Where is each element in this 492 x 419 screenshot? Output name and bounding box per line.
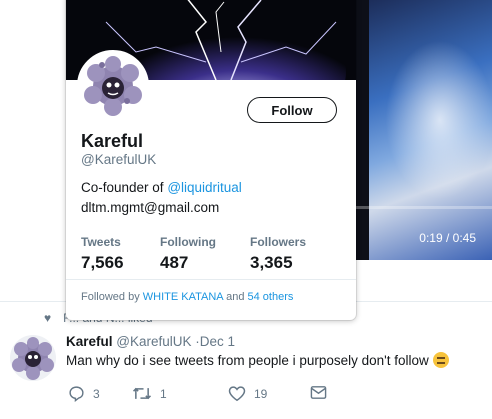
profile-bio-text: Co-founder of [81, 180, 168, 195]
tweet-avatar[interactable] [10, 335, 56, 381]
tweet-date[interactable]: Dec 1 [200, 334, 235, 349]
video-progress-bar[interactable] [355, 206, 492, 209]
tweet-author-handle[interactable]: @KarefulUK [116, 334, 191, 349]
tweet-header: Kareful @KarefulUK ·Dec 1 [66, 334, 235, 349]
stat-tweets[interactable]: Tweets 7,566 [81, 235, 124, 273]
stat-tweets-label: Tweets [81, 235, 121, 249]
profile-avatar[interactable] [77, 50, 149, 122]
bio-mention-link[interactable]: @liquidritual [167, 180, 242, 195]
stat-followers-value: 3,365 [250, 253, 293, 272]
like-count: 19 [254, 386, 268, 401]
followed-by: Followed by WHITE KATANA and 54 others [81, 291, 293, 303]
video-cloud [385, 40, 492, 200]
followed-by-prefix: Followed by [81, 291, 143, 303]
thinking-face-emoji [432, 352, 449, 368]
tweet-actions: 3 1 19 [68, 385, 368, 405]
followed-by-user-link[interactable]: WHITE KATANA [143, 291, 223, 303]
reply-icon [69, 386, 84, 402]
retweet-count: 1 [160, 386, 167, 401]
stat-tweets-value: 7,566 [81, 253, 124, 272]
profile-handle[interactable]: @KarefulUK [81, 152, 156, 167]
stat-followers-label: Followers [250, 235, 307, 249]
video-frame-edge [355, 0, 369, 260]
card-divider [66, 279, 356, 280]
stat-following-label: Following [160, 235, 216, 249]
followed-by-others-link[interactable]: 54 others [248, 291, 294, 303]
video-player[interactable]: 0:19 / 0:45 [355, 0, 492, 260]
heart-icon: ♥ [44, 311, 52, 325]
follow-button[interactable]: Follow [247, 97, 337, 123]
stat-following[interactable]: Following 487 [160, 235, 216, 273]
profile-email: dltm.mgmt@gmail.com [81, 200, 220, 215]
tweet-text: Man why do i see tweets from people i pu… [66, 352, 449, 368]
stat-following-value: 487 [160, 253, 189, 272]
stat-followers[interactable]: Followers 3,365 [250, 235, 306, 273]
tweet-author-name[interactable]: Kareful [66, 334, 113, 349]
tweet-text-body: Man why do i see tweets from people i pu… [66, 353, 429, 368]
profile-bio: Co-founder of @liquidritual [81, 180, 242, 195]
profile-name[interactable]: Kareful [81, 131, 143, 152]
reply-count: 3 [93, 386, 100, 401]
like-button[interactable]: 19 [228, 385, 267, 402]
video-time: 0:19 / 0:45 [419, 231, 476, 245]
heart-outline-icon [228, 386, 246, 402]
envelope-icon [310, 386, 327, 399]
direct-message-button[interactable] [310, 385, 327, 400]
followed-by-and: and [223, 291, 248, 303]
reply-button[interactable]: 3 [68, 385, 100, 402]
retweet-button[interactable]: 1 [132, 385, 167, 402]
profile-hover-card: Follow Kareful @KarefulUK Co-founder of … [66, 0, 356, 320]
retweet-icon [132, 387, 152, 400]
